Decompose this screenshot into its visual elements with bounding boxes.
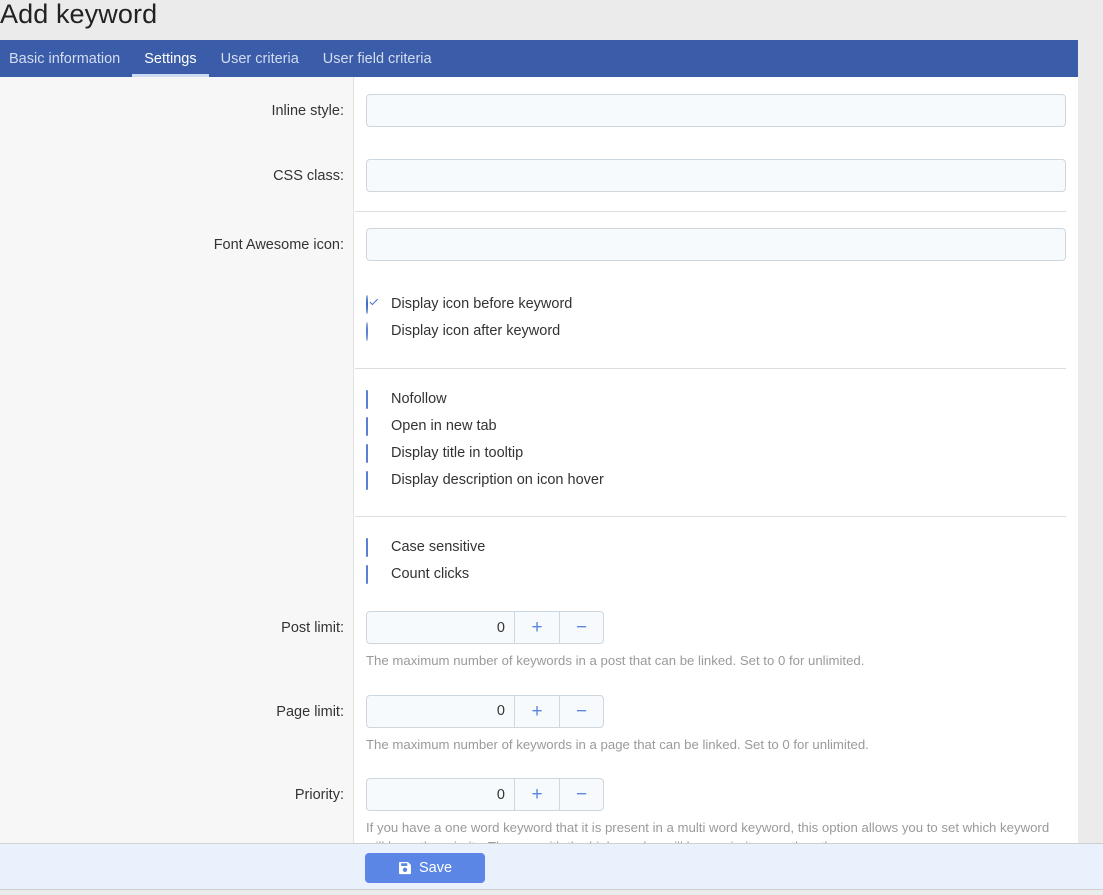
priority-increment-button[interactable]: + <box>514 778 559 811</box>
radio-display-icon-after-keyword[interactable]: Display icon after keyword <box>366 317 1066 344</box>
tab-basic-information[interactable]: Basic information <box>0 40 132 77</box>
page-limit-field: + − The maximum number of keywords in a … <box>355 695 1078 755</box>
row-page-limit: Page limit: + − The maximum number of ke… <box>0 671 1078 755</box>
checkbox-label: Nofollow <box>391 391 447 407</box>
tab-user-field-criteria[interactable]: User field criteria <box>311 40 444 77</box>
priority-input[interactable] <box>366 778 514 811</box>
form-rows: Inline style: CSS class: Font Awesome ic… <box>0 77 1078 843</box>
page-header: Add keyword <box>0 0 1103 40</box>
priority-decrement-button[interactable]: − <box>559 778 604 811</box>
radio-label: Display icon before keyword <box>391 296 572 312</box>
form-footer: Save <box>0 843 1103 890</box>
css-class-field <box>355 159 1078 192</box>
row-link-options: Nofollow Open in new tab Display title i… <box>0 369 1078 493</box>
settings-panel: Inline style: CSS class: Font Awesome ic… <box>0 77 1078 843</box>
font-awesome-icon-label: Font Awesome icon: <box>0 228 355 253</box>
checkbox-icon <box>366 445 381 460</box>
checkbox-label: Open in new tab <box>391 418 497 434</box>
post-limit-label: Post limit: <box>0 611 355 636</box>
priority-label: Priority: <box>0 778 355 803</box>
tab-user-criteria[interactable]: User criteria <box>209 40 311 77</box>
checkbox-icon <box>366 539 381 554</box>
priority-stepper: + − <box>366 778 604 811</box>
checkbox-label: Display description on icon hover <box>391 472 604 488</box>
row-inline-style: Inline style: <box>0 77 1078 127</box>
plus-icon: + <box>531 702 542 721</box>
priority-help-text: If you have a one word keyword that it i… <box>366 811 1058 843</box>
row-priority: Priority: + − If you have a one word key… <box>0 754 1078 843</box>
post-limit-input[interactable] <box>366 611 514 644</box>
checkbox-label: Count clicks <box>391 566 469 582</box>
row-font-awesome-icon: Font Awesome icon: <box>0 212 1078 261</box>
checkbox-count-clicks[interactable]: Count clicks <box>366 560 1066 587</box>
tab-label: Basic information <box>9 51 120 67</box>
font-awesome-icon-field <box>355 228 1078 261</box>
circle-icon <box>366 323 381 338</box>
app-root: Add keyword Basic information Settings U… <box>0 0 1103 895</box>
tab-label: User field criteria <box>323 51 432 67</box>
page-limit-help-text: The maximum number of keywords in a page… <box>366 728 1066 755</box>
post-limit-help-text: The maximum number of keywords in a post… <box>366 644 1066 671</box>
checkbox-label: Case sensitive <box>391 539 485 555</box>
post-limit-decrement-button[interactable]: − <box>559 611 604 644</box>
inline-style-input[interactable] <box>366 94 1066 127</box>
css-class-label: CSS class: <box>0 159 355 184</box>
tab-bar: Basic information Settings User criteria… <box>0 40 1078 77</box>
circle-check-icon <box>366 296 381 311</box>
tab-label: Settings <box>144 51 196 67</box>
checkbox-label: Display title in tooltip <box>391 445 523 461</box>
priority-field: + − If you have a one word keyword that … <box>355 778 1078 843</box>
checkbox-icon <box>366 418 381 433</box>
row-css-class: CSS class: <box>0 127 1078 192</box>
post-limit-stepper: + − <box>366 611 604 644</box>
row-icon-position: Display icon before keyword Display icon… <box>0 261 1078 344</box>
inline-style-label: Inline style: <box>0 94 355 119</box>
save-button-label: Save <box>419 860 452 876</box>
page-limit-decrement-button[interactable]: − <box>559 695 604 728</box>
page-limit-stepper: + − <box>366 695 604 728</box>
plus-icon: + <box>531 618 542 637</box>
plus-icon: + <box>531 785 542 804</box>
match-options-checkboxes: Case sensitive Count clicks <box>355 533 1078 587</box>
minus-icon: − <box>576 618 587 637</box>
checkbox-icon <box>366 391 381 406</box>
checkbox-open-in-new-tab[interactable]: Open in new tab <box>366 412 1066 439</box>
row-match-options: Case sensitive Count clicks <box>0 517 1078 587</box>
font-awesome-icon-input[interactable] <box>366 228 1066 261</box>
page-limit-input[interactable] <box>366 695 514 728</box>
icon-position-options: Display icon before keyword Display icon… <box>355 290 1078 344</box>
save-button[interactable]: Save <box>365 853 485 883</box>
checkbox-display-description-on-icon-hover[interactable]: Display description on icon hover <box>366 466 1066 493</box>
page-limit-increment-button[interactable]: + <box>514 695 559 728</box>
post-limit-increment-button[interactable]: + <box>514 611 559 644</box>
inline-style-field <box>355 94 1078 127</box>
row-post-limit: Post limit: + − The maximum number of ke… <box>0 587 1078 671</box>
post-limit-field: + − The maximum number of keywords in a … <box>355 611 1078 671</box>
radio-display-icon-before-keyword[interactable]: Display icon before keyword <box>366 290 1066 317</box>
save-floppy-icon <box>398 861 412 875</box>
tab-label: User criteria <box>221 51 299 67</box>
checkbox-icon <box>366 472 381 487</box>
minus-icon: − <box>576 785 587 804</box>
css-class-input[interactable] <box>366 159 1066 192</box>
radio-label: Display icon after keyword <box>391 323 560 339</box>
page-title: Add keyword <box>0 0 157 32</box>
link-options-checkboxes: Nofollow Open in new tab Display title i… <box>355 385 1078 493</box>
checkbox-display-title-in-tooltip[interactable]: Display title in tooltip <box>366 439 1066 466</box>
checkbox-case-sensitive[interactable]: Case sensitive <box>366 533 1066 560</box>
checkbox-nofollow[interactable]: Nofollow <box>366 385 1066 412</box>
minus-icon: − <box>576 702 587 721</box>
page-limit-label: Page limit: <box>0 695 355 720</box>
checkbox-icon <box>366 566 381 581</box>
tab-settings[interactable]: Settings <box>132 40 208 77</box>
